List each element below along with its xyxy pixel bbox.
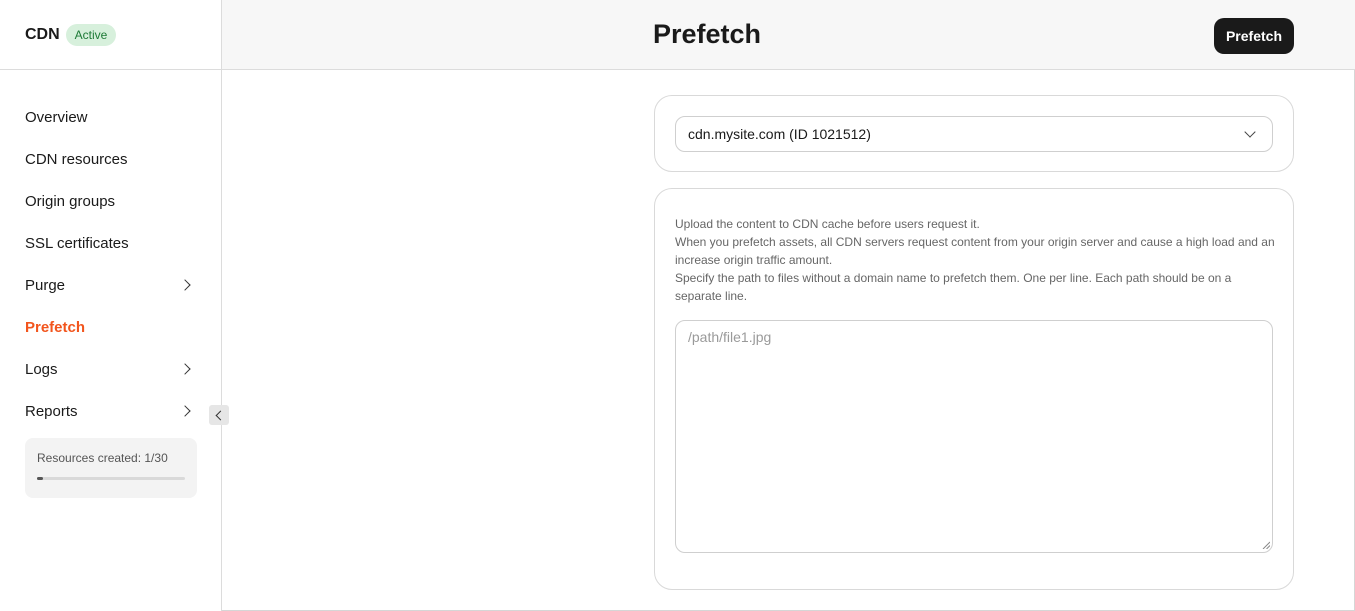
sidebar-item-label: Reports	[25, 402, 78, 420]
sidebar-header: CDN Active	[0, 0, 221, 70]
quota-progress-bar	[37, 477, 185, 480]
description-line: Upload the content to CDN cache before u…	[675, 217, 980, 231]
sidebar-item-logs[interactable]: Logs	[0, 348, 221, 390]
chevron-down-icon	[1244, 126, 1256, 138]
description-line: Specify the path to files without a doma…	[675, 271, 1232, 303]
sidebar-item-label: SSL certificates	[25, 234, 129, 252]
resize-handle-icon[interactable]	[1262, 541, 1270, 549]
sidebar-nav: Overview CDN resources Origin groups SSL…	[0, 96, 221, 432]
prefetch-button[interactable]: Prefetch	[1213, 18, 1294, 54]
sidebar-item-label: Origin groups	[25, 192, 116, 210]
sidebar-item-label: Prefetch	[25, 318, 86, 336]
sidebar-item-reports[interactable]: Reports	[0, 390, 221, 432]
description-line: When you prefetch assets, all CDN server…	[675, 235, 1275, 267]
resource-quota-panel: Resources created: 1/30	[25, 438, 197, 498]
sidebar-collapse-button[interactable]	[209, 405, 229, 425]
chevron-left-icon	[215, 410, 226, 420]
page-header: Prefetch Prefetch	[222, 0, 1355, 70]
sidebar-item-cdn-resources[interactable]: CDN resources	[0, 138, 221, 180]
resource-select[interactable]: cdn.mysite.com (ID 1021512)	[675, 116, 1273, 152]
sidebar-item-label: Purge	[25, 276, 66, 294]
prefetch-description: Upload the content to CDN cache before u…	[675, 215, 1275, 305]
page-title: Prefetch	[652, 19, 762, 49]
quota-progress-fill	[37, 477, 43, 480]
sidebar-item-label: CDN resources	[25, 150, 128, 168]
prefetch-form-card: Upload the content to CDN cache before u…	[654, 188, 1294, 590]
sidebar-item-overview[interactable]: Overview	[0, 96, 221, 138]
sidebar: CDN Active Overview CDN resources Origin…	[0, 0, 222, 611]
chevron-right-icon	[179, 405, 191, 417]
sidebar-item-purge[interactable]: Purge	[0, 264, 221, 306]
paths-input[interactable]	[675, 320, 1273, 553]
chevron-right-icon	[179, 363, 191, 375]
sidebar-item-label: Logs	[25, 360, 58, 378]
resource-select-value: cdn.mysite.com (ID 1021512)	[688, 126, 871, 142]
sidebar-item-prefetch[interactable]: Prefetch	[0, 306, 221, 348]
chevron-right-icon	[179, 279, 191, 291]
quota-label: Resources created: 1/30	[37, 451, 168, 465]
brand-title: CDN	[25, 25, 60, 43]
resource-select-card: cdn.mysite.com (ID 1021512)	[654, 95, 1294, 172]
sidebar-item-ssl-certificates[interactable]: SSL certificates	[0, 222, 221, 264]
status-badge: Active	[65, 23, 117, 46]
sidebar-item-label: Overview	[25, 108, 88, 126]
sidebar-item-origin-groups[interactable]: Origin groups	[0, 180, 221, 222]
